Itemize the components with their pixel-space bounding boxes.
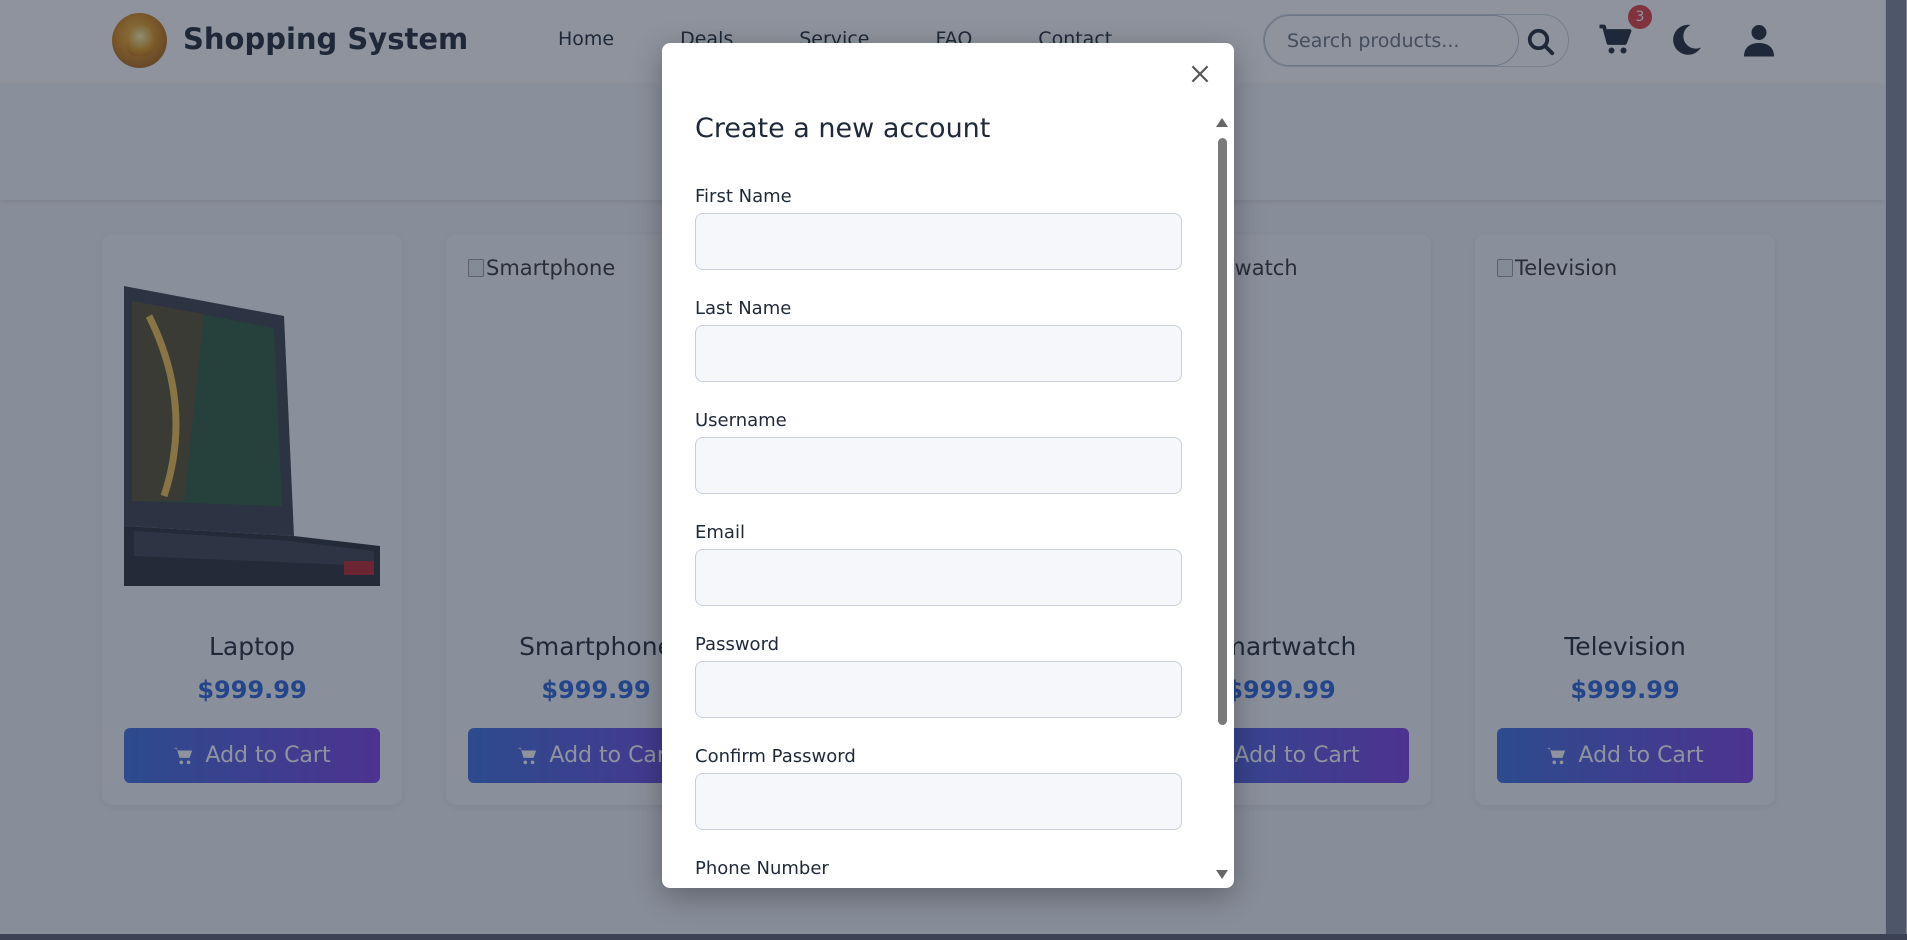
last-name-label: Last Name (695, 298, 792, 319)
modal-scrollbar-thumb[interactable] (1218, 138, 1227, 725)
phone-number-label: Phone Number (695, 858, 829, 879)
password-field[interactable] (695, 661, 1182, 718)
email-field[interactable] (695, 549, 1182, 606)
username-field[interactable] (695, 437, 1182, 494)
first-name-field[interactable] (695, 213, 1182, 270)
confirm-password-label: Confirm Password (695, 746, 856, 767)
signup-modal: Create a new account First Name Last Nam… (662, 43, 1234, 888)
scroll-up-arrow[interactable] (1216, 118, 1228, 127)
last-name-field[interactable] (695, 325, 1182, 382)
modal-title: Create a new account (695, 113, 991, 144)
scroll-down-arrow[interactable] (1216, 870, 1228, 879)
first-name-label: First Name (695, 186, 792, 207)
confirm-password-field[interactable] (695, 773, 1182, 830)
username-label: Username (695, 410, 787, 431)
password-label: Password (695, 634, 780, 655)
email-label: Email (695, 522, 745, 543)
bottom-edge (0, 934, 1907, 940)
close-icon[interactable] (1187, 61, 1213, 87)
